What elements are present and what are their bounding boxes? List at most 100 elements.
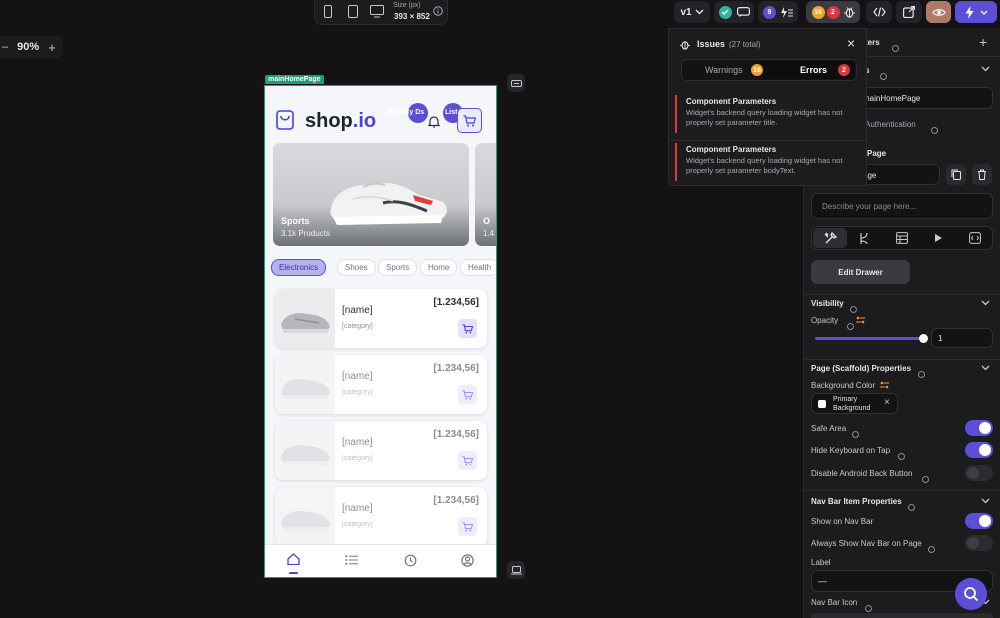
chip-sports[interactable]: Sports (378, 259, 418, 276)
tab-animation[interactable] (934, 233, 943, 243)
edit-drawer-button[interactable]: Edit Drawer (811, 260, 910, 284)
opacity-value: 1 (938, 334, 943, 343)
page-tag[interactable]: mainHomePage (265, 75, 324, 84)
chat-icon (736, 6, 750, 18)
product-card[interactable]: [name] [category] [1.234,56] (275, 289, 487, 348)
product-card[interactable]: [name] [category] [1.234,56] (275, 355, 487, 414)
variable-icon[interactable] (856, 316, 865, 324)
info-icon[interactable] (919, 469, 929, 487)
info-icon[interactable] (849, 424, 859, 442)
issue-item[interactable]: Component Parameters Widget's backend qu… (675, 95, 863, 133)
chevron-down-icon[interactable] (981, 365, 990, 371)
zoom-out-icon[interactable]: – (2, 41, 8, 53)
home-icon[interactable] (287, 553, 300, 565)
add-to-cart-button[interactable] (458, 517, 477, 536)
variable-icon[interactable] (880, 381, 889, 389)
product-name: [name] (342, 437, 373, 448)
info-icon[interactable] (844, 316, 854, 334)
opacity-slider-track[interactable] (815, 334, 928, 343)
hero-card-sports[interactable]: Sports 3.1k Products (273, 143, 469, 246)
warnings-button[interactable]: 9 (758, 1, 798, 23)
info-icon[interactable] (928, 120, 938, 138)
info-icon[interactable] (877, 66, 887, 84)
tab-warnings[interactable]: Warnings (705, 65, 743, 75)
open-external-button[interactable] (896, 1, 922, 23)
code-view-button[interactable] (866, 1, 892, 23)
add-to-cart-button[interactable] (458, 319, 477, 338)
bg-color-picker[interactable]: Primary Background × (811, 393, 898, 414)
always-show-navbar-label: Always Show Nav Bar on Page (811, 539, 922, 548)
phone-device-icon[interactable] (324, 5, 332, 18)
info-icon[interactable] (925, 539, 935, 557)
info-icon[interactable] (905, 497, 915, 515)
chevron-down-icon[interactable] (981, 300, 990, 306)
bell-icon[interactable] (428, 115, 440, 128)
bg-color-value-line1: Primary (833, 396, 858, 403)
device-selector: Size (px) 393 × 852 (314, 0, 448, 25)
safe-area-toggle[interactable] (965, 420, 993, 436)
product-category: [category] (342, 521, 373, 528)
page-description-input[interactable]: Describe your page here... (811, 193, 993, 219)
info-icon[interactable] (847, 299, 857, 317)
opacity-slider-handle[interactable] (919, 334, 928, 343)
tab-logic[interactable] (858, 232, 870, 245)
delete-button[interactable] (972, 164, 992, 185)
product-category: [category] (342, 389, 373, 396)
version-dropdown[interactable]: v1 (674, 1, 710, 23)
size-info-icon[interactable] (433, 6, 443, 16)
bug-icon (680, 39, 690, 50)
hide-keyboard-toggle[interactable] (965, 442, 993, 458)
product-card[interactable]: [name] [category] [1.234,56] (275, 421, 487, 480)
chevron-down-icon[interactable] (981, 66, 990, 72)
disable-back-toggle[interactable] (965, 465, 993, 481)
always-show-navbar-toggle[interactable] (965, 535, 993, 551)
issues-button[interactable]: 16 2 (806, 1, 860, 23)
info-icon[interactable] (915, 364, 925, 382)
info-icon[interactable] (889, 38, 899, 56)
active-indicator (289, 572, 298, 574)
visibility-title: Visibility (811, 299, 844, 308)
chip-electronics[interactable]: Electronics (271, 259, 327, 276)
product-price: [1.234,56] (433, 363, 479, 374)
zoom-in-icon[interactable]: + (48, 40, 56, 55)
product-card[interactable]: [name] [category] [1.234,56] (275, 487, 487, 546)
chip-shoes[interactable]: Shoes (337, 259, 376, 276)
collab-status-button[interactable] (714, 1, 754, 23)
profile-icon[interactable] (461, 554, 474, 567)
label-value: — (818, 576, 827, 586)
list-icon[interactable] (345, 555, 358, 565)
tablet-device-icon[interactable] (348, 5, 358, 18)
device-frame-button[interactable] (507, 561, 525, 579)
size-value[interactable]: 393 × 852 (394, 12, 430, 21)
tab-errors[interactable]: Errors (800, 65, 827, 75)
issues-error-badge: 2 (826, 5, 840, 19)
history-icon[interactable] (404, 554, 417, 567)
lightning-icon (965, 5, 974, 19)
chip-health[interactable]: Health (460, 259, 496, 276)
cart-button[interactable] (457, 108, 482, 133)
tab-data[interactable] (896, 232, 908, 244)
desktop-device-icon[interactable] (370, 5, 384, 18)
tools-icon (824, 231, 837, 245)
chevron-down-icon[interactable] (981, 498, 990, 504)
add-to-cart-button[interactable] (458, 451, 477, 470)
fit-width-button[interactable] (507, 74, 525, 92)
add-icon[interactable]: + (979, 34, 987, 50)
clear-icon[interactable]: × (884, 397, 890, 408)
info-icon[interactable] (895, 446, 905, 464)
tab-code[interactable] (969, 232, 981, 244)
hero-card-next[interactable]: O 1.4 (475, 143, 496, 246)
issue-item[interactable]: Component Parameters Widget's backend qu… (675, 143, 863, 181)
show-navbar-toggle[interactable] (965, 513, 993, 529)
copy-button[interactable] (946, 164, 966, 185)
add-to-cart-button[interactable] (458, 385, 477, 404)
search-fab[interactable] (955, 578, 987, 610)
preview-button[interactable] (926, 1, 951, 23)
navbar-icon-picker[interactable] (811, 613, 993, 618)
opacity-input[interactable]: 1 (931, 328, 993, 348)
close-icon[interactable]: × (847, 35, 855, 51)
search-icon (963, 586, 979, 602)
run-button[interactable] (955, 1, 997, 23)
chip-home[interactable]: Home (420, 259, 458, 276)
tab-design[interactable] (813, 228, 847, 248)
